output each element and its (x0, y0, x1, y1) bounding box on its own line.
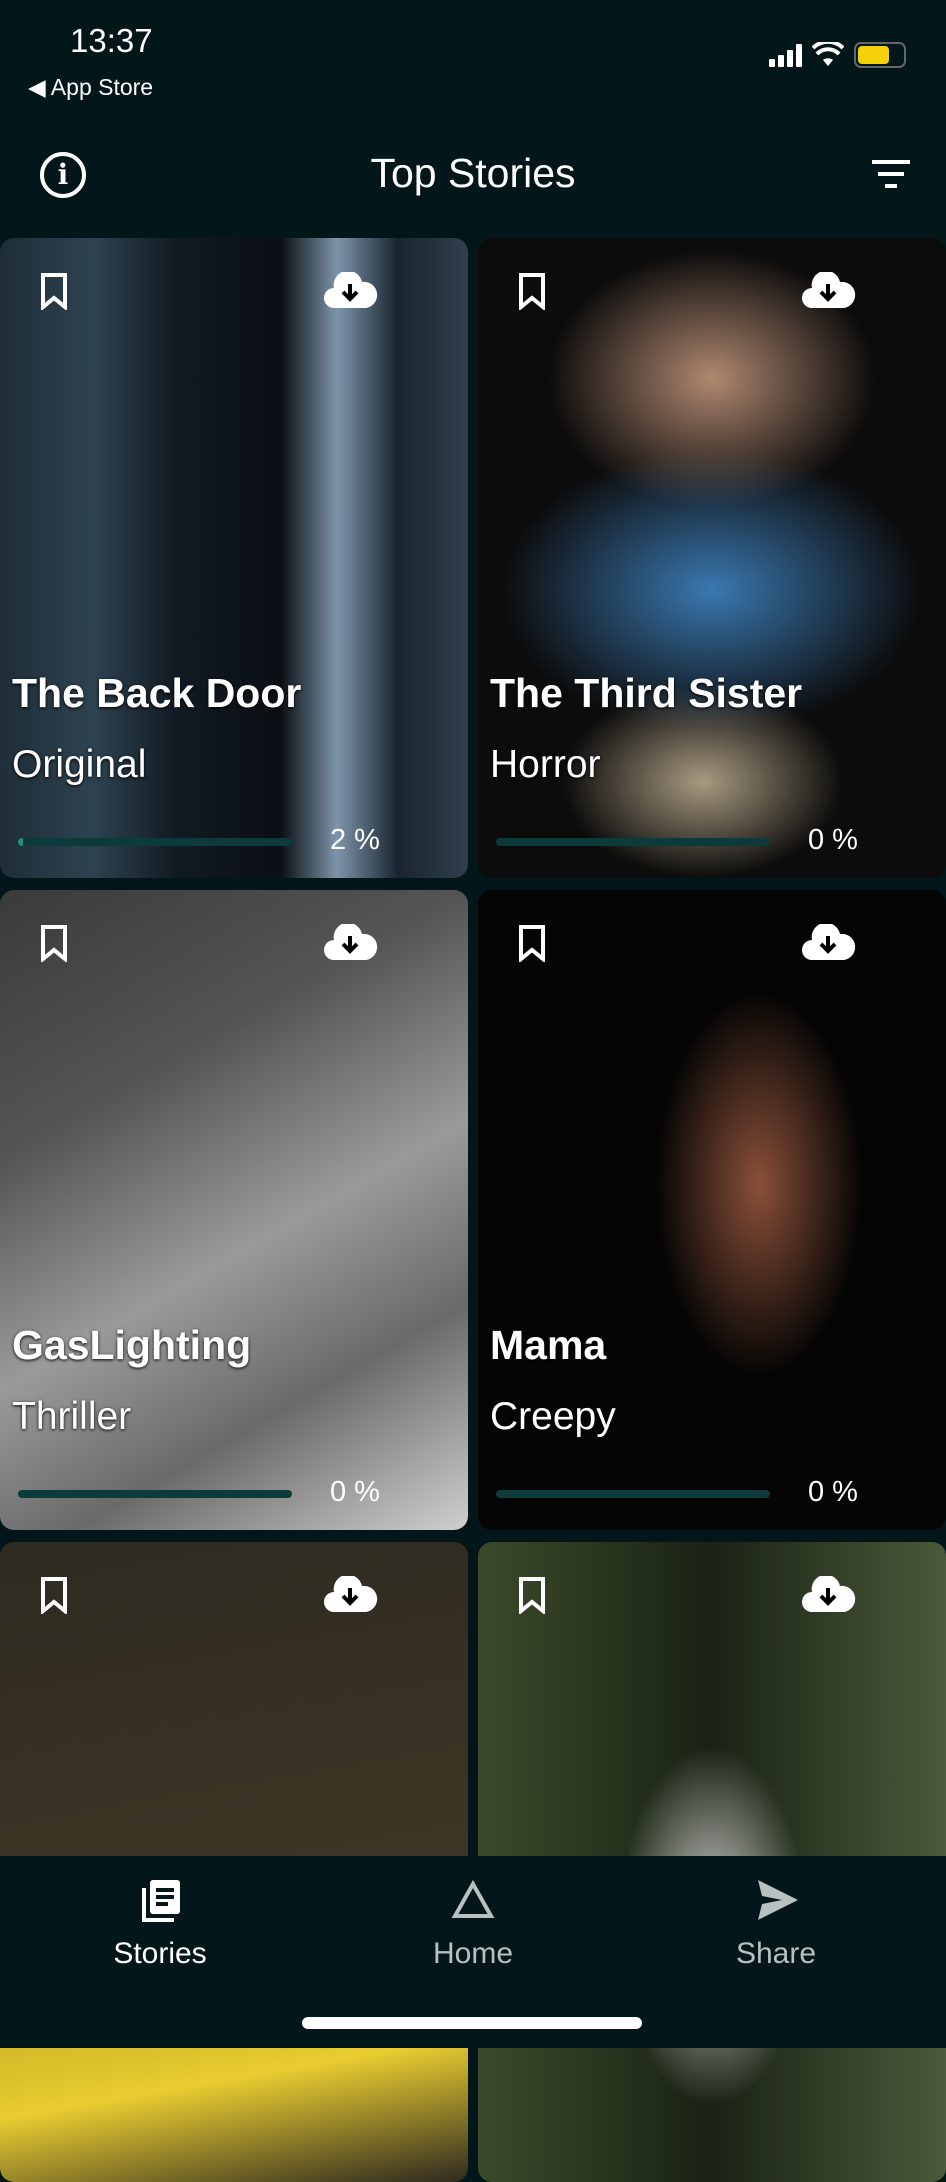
progress-label: 0 % (808, 1476, 858, 1508)
status-bar: 13:37 ◀ App Store (0, 0, 946, 130)
story-card[interactable]: The Third Sister Horror 0 % (478, 238, 946, 878)
story-genre: Original (12, 743, 147, 786)
triangle-icon (451, 1879, 495, 1918)
story-genre: Creepy (490, 1395, 616, 1438)
bookmark-icon[interactable] (518, 924, 546, 962)
stories-icon (142, 1880, 180, 1922)
progress-label: 0 % (808, 824, 858, 856)
progress-bar (18, 838, 292, 846)
tab-share[interactable]: Share (676, 1876, 876, 1971)
story-card[interactable]: GasLighting Thriller 0 % (0, 890, 468, 1530)
bookmark-icon[interactable] (40, 272, 68, 310)
progress-bar (496, 1490, 770, 1498)
cloud-download-icon[interactable] (800, 1576, 856, 1614)
story-genre: Horror (490, 743, 601, 786)
send-icon (758, 1880, 798, 1920)
tab-label: Share (735, 1937, 817, 1970)
story-card[interactable]: Mama Creepy 0 % (478, 890, 946, 1530)
cloud-download-icon[interactable] (800, 924, 856, 962)
bookmark-icon[interactable] (40, 924, 68, 962)
story-title: Mama (490, 1322, 607, 1368)
progress-label: 2 % (330, 824, 380, 856)
story-title: The Third Sister (490, 670, 803, 716)
bookmark-icon[interactable] (40, 1576, 68, 1614)
signal-icon (769, 43, 802, 67)
story-title: The Back Door (12, 670, 302, 716)
progress-label: 0 % (330, 1476, 380, 1508)
cloud-download-icon[interactable] (800, 272, 856, 310)
wifi-icon (812, 42, 844, 66)
clock: 13:37 (70, 22, 153, 59)
cloud-download-icon[interactable] (322, 272, 378, 310)
filter-button[interactable] (872, 160, 910, 196)
story-title: GasLighting (12, 1322, 252, 1368)
tab-stories[interactable]: Stories (60, 1876, 260, 1971)
back-to-app-store[interactable]: ◀ App Store (28, 74, 153, 101)
cloud-download-icon[interactable] (322, 1576, 378, 1614)
tab-label: Home (432, 1937, 514, 1970)
progress-bar (18, 1490, 292, 1498)
battery-icon (854, 42, 906, 68)
home-indicator[interactable] (302, 2017, 642, 2029)
progress-bar (496, 838, 770, 846)
bookmark-icon[interactable] (518, 272, 546, 310)
tab-label: Stories (113, 1937, 207, 1970)
cloud-download-icon[interactable] (322, 924, 378, 962)
bookmark-icon[interactable] (518, 1576, 546, 1614)
tab-home[interactable]: Home (373, 1876, 573, 1971)
story-genre: Thriller (12, 1395, 132, 1438)
story-card[interactable]: The Back Door Original 2 % (0, 238, 468, 878)
page-title: Top Stories (370, 150, 576, 196)
